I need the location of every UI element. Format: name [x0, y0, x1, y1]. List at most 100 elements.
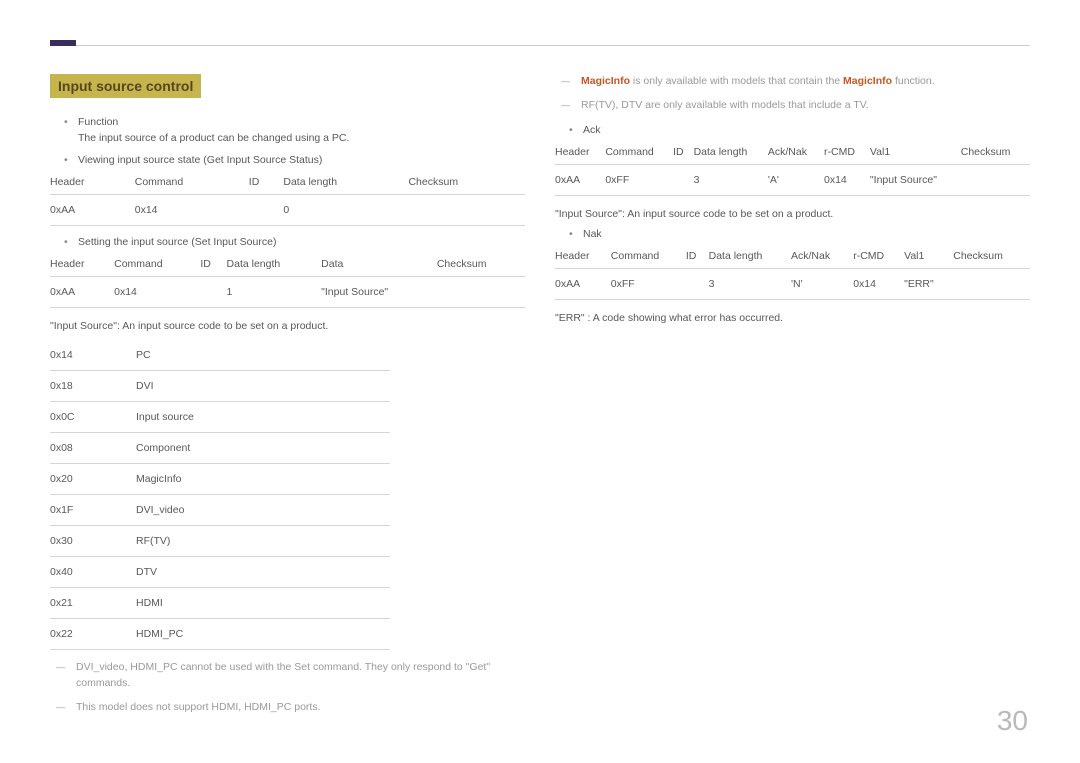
table-cell: MagicInfo	[136, 464, 390, 495]
col-header: r-CMD	[853, 244, 904, 269]
table-cell: "Input Source"	[321, 277, 437, 308]
table-row: 0xAA 0x14 0	[50, 195, 525, 226]
table-row: 0x30RF(TV)	[50, 526, 390, 557]
bullet-setting-label: Setting the input source (Set Input Sour…	[78, 236, 276, 248]
bullet-nak: • Nak	[569, 228, 1030, 240]
table-header-row: Header Command ID Data length Ack/Nak r-…	[555, 244, 1030, 269]
ack-description: "Input Source": An input source code to …	[555, 208, 1030, 220]
col-header: Val1	[870, 140, 961, 165]
col-header: Command	[135, 170, 249, 195]
col-header: Data length	[283, 170, 408, 195]
table-cell: 0x0C	[50, 402, 136, 433]
table-cell	[673, 164, 694, 195]
ack-table: Header Command ID Data length Ack/Nak r-…	[555, 140, 1030, 196]
table-row: 0x40DTV	[50, 557, 390, 588]
table-cell	[953, 268, 1030, 299]
nak-table: Header Command ID Data length Ack/Nak r-…	[555, 244, 1030, 300]
nak-description: "ERR" : A code showing what error has oc…	[555, 312, 1030, 324]
table-row: 0xAA 0xFF 3 'N' 0x14 "ERR"	[555, 268, 1030, 299]
col-header: ID	[249, 170, 284, 195]
dash-icon: ―	[561, 74, 581, 90]
col-header: Ack/Nak	[791, 244, 853, 269]
table-row: 0xAA 0xFF 3 'A' 0x14 "Input Source"	[555, 164, 1030, 195]
col-header: ID	[673, 140, 694, 165]
bullet-viewing-label: Viewing input source state (Get Input So…	[78, 154, 322, 166]
magicinfo-highlight: MagicInfo	[843, 75, 892, 87]
table-cell: 0x22	[50, 619, 136, 650]
bullet-ack-label: Ack	[583, 124, 601, 136]
table-cell: 0x14	[135, 195, 249, 226]
bullet-icon: •	[64, 116, 78, 128]
table-cell: 0xAA	[50, 277, 114, 308]
table-cell: 'N'	[791, 268, 853, 299]
col-header: Command	[605, 140, 673, 165]
table-header-row: Header Command ID Data length Ack/Nak r-…	[555, 140, 1030, 165]
note-text: RF(TV), DTV are only available with mode…	[581, 98, 1030, 114]
table-cell: 0x40	[50, 557, 136, 588]
magicinfo-highlight: MagicInfo	[581, 75, 630, 87]
table-row: 0x18DVI	[50, 371, 390, 402]
table-cell: 0xAA	[50, 195, 135, 226]
dash-icon: ―	[561, 98, 581, 114]
col-header: ID	[686, 244, 709, 269]
note-dvi-video: ― DVI_video, HDMI_PC cannot be used with…	[56, 660, 525, 692]
col-header: ID	[200, 252, 226, 277]
table-row: 0x08Component	[50, 433, 390, 464]
col-header: Ack/Nak	[768, 140, 824, 165]
col-header: Command	[611, 244, 686, 269]
table-header-row: Header Command ID Data length Data Check…	[50, 252, 525, 277]
table-cell: HDMI	[136, 588, 390, 619]
col-header: Command	[114, 252, 200, 277]
bullet-icon: •	[64, 236, 78, 248]
table-cell: 0x14	[824, 164, 870, 195]
col-header: Data length	[227, 252, 322, 277]
table-row: 0x22HDMI_PC	[50, 619, 390, 650]
table-row: 0x0CInput source	[50, 402, 390, 433]
table-cell: 0xFF	[611, 268, 686, 299]
table-cell: "ERR"	[904, 268, 953, 299]
input-source-codes-table: 0x14PC 0x18DVI 0x0CInput source 0x08Comp…	[50, 340, 390, 650]
bullet-icon: •	[64, 154, 78, 166]
table-row: 0x1FDVI_video	[50, 495, 390, 526]
bullet-viewing: • Viewing input source state (Get Input …	[64, 154, 525, 166]
table-cell: 0x14	[114, 277, 200, 308]
table-cell: 0xAA	[555, 268, 611, 299]
table-header-row: Header Command ID Data length Checksum	[50, 170, 525, 195]
table-cell: 0x21	[50, 588, 136, 619]
table-cell	[408, 195, 525, 226]
bullet-function: • Function	[64, 116, 525, 128]
page-number: 30	[997, 705, 1028, 737]
table-cell: DTV	[136, 557, 390, 588]
table-cell	[437, 277, 525, 308]
table-cell: 0xFF	[605, 164, 673, 195]
table-cell: Input source	[136, 402, 390, 433]
table-cell: 0x18	[50, 371, 136, 402]
note-text: This model does not support HDMI, HDMI_P…	[76, 700, 525, 716]
table-cell: HDMI_PC	[136, 619, 390, 650]
dash-icon: ―	[56, 660, 76, 692]
col-header: Data	[321, 252, 437, 277]
table-cell: Component	[136, 433, 390, 464]
table-row: 0x20MagicInfo	[50, 464, 390, 495]
col-header: Header	[555, 244, 611, 269]
col-header: r-CMD	[824, 140, 870, 165]
table-cell: 0	[283, 195, 408, 226]
table-cell: 0x1F	[50, 495, 136, 526]
col-header: Data length	[709, 244, 791, 269]
input-source-description: "Input Source": An input source code to …	[50, 320, 525, 332]
table-cell	[200, 277, 226, 308]
get-input-source-table: Header Command ID Data length Checksum 0…	[50, 170, 525, 226]
col-header: Header	[50, 252, 114, 277]
note-hdmi-ports: ― This model does not support HDMI, HDMI…	[56, 700, 525, 716]
table-cell: 0x08	[50, 433, 136, 464]
table-cell: 3	[709, 268, 791, 299]
section-heading: Input source control	[50, 74, 201, 98]
bullet-icon: •	[569, 228, 583, 240]
table-cell: RF(TV)	[136, 526, 390, 557]
note-rftv: ― RF(TV), DTV are only available with mo…	[561, 98, 1030, 114]
table-row: 0x14PC	[50, 340, 390, 371]
bullet-setting: • Setting the input source (Set Input So…	[64, 236, 525, 248]
bullet-nak-label: Nak	[583, 228, 602, 240]
table-cell: DVI_video	[136, 495, 390, 526]
col-header: Data length	[694, 140, 768, 165]
